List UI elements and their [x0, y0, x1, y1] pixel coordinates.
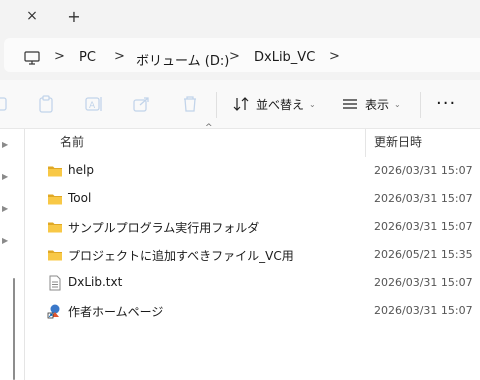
file-list: ^ 名前 更新日時 help 2026/03/31 15:07 Tool 202…	[25, 123, 480, 380]
tab-bar: × +	[0, 0, 480, 32]
breadcrumb-item-pc[interactable]: PC	[79, 50, 96, 65]
delete-icon[interactable]	[180, 94, 200, 114]
close-tab-button[interactable]: ×	[20, 4, 44, 28]
chevron-down-icon: ⌄	[394, 99, 401, 109]
more-options-button[interactable]: ···	[436, 94, 456, 114]
column-divider[interactable]	[365, 129, 366, 157]
list-item[interactable]: Tool 2026/03/31 15:07	[25, 185, 480, 213]
column-header-modified[interactable]: 更新日時	[374, 133, 422, 150]
sort-caret-icon: ^	[205, 123, 213, 133]
chevron-right-icon[interactable]: >	[54, 49, 65, 64]
chevron-down-icon: ⌄	[309, 99, 316, 109]
address-bar: > PC > ボリューム (D:) > DxLib_VC >	[0, 34, 480, 76]
file-date: 2026/03/31 15:07	[374, 304, 473, 317]
expand-arrow-icon[interactable]: ▶	[2, 140, 8, 149]
file-date: 2026/03/31 15:07	[374, 220, 473, 233]
svg-text:A: A	[89, 101, 96, 111]
list-item[interactable]: プロジェクトに追加すべきファイル_VC用 2026/05/21 15:35	[25, 241, 480, 269]
chevron-right-icon[interactable]: >	[114, 49, 125, 64]
file-name: Tool	[68, 191, 92, 205]
folder-icon	[48, 194, 62, 205]
breadcrumb[interactable]: > PC > ボリューム (D:) > DxLib_VC >	[4, 38, 480, 72]
file-date: 2026/03/31 15:07	[374, 164, 473, 177]
file-date: 2026/03/31 15:07	[374, 192, 473, 205]
new-tab-button[interactable]: +	[62, 4, 86, 28]
expand-arrow-icon[interactable]: ▶	[2, 204, 8, 213]
column-header-name[interactable]: 名前	[60, 133, 84, 150]
chevron-right-icon[interactable]: >	[329, 49, 340, 64]
list-item[interactable]: DxLib.txt 2026/03/31 15:07	[25, 269, 480, 297]
file-name: DxLib.txt	[68, 275, 123, 289]
file-name: プロジェクトに追加すべきファイル_VC用	[68, 249, 294, 263]
file-name: help	[68, 163, 94, 177]
paste-icon[interactable]	[36, 94, 56, 114]
command-bar: A 並べ替え ⌄ 表示 ⌄ ···	[0, 80, 480, 129]
divider	[216, 92, 217, 118]
view-label: 表示	[365, 97, 390, 112]
share-icon[interactable]	[132, 94, 152, 114]
folder-icon	[48, 222, 62, 233]
rename-icon[interactable]: A	[84, 94, 104, 114]
plus-icon: +	[67, 6, 81, 26]
sort-icon	[233, 97, 249, 111]
breadcrumb-item-dxlib[interactable]: DxLib_VC	[254, 50, 315, 65]
text-file-icon	[49, 275, 61, 291]
expand-arrow-icon[interactable]: ▶	[2, 172, 8, 181]
list-item[interactable]: サンプルプログラム実行用フォルダ 2026/03/31 15:07	[25, 213, 480, 241]
expand-arrow-icon[interactable]: ▶	[2, 236, 8, 245]
sort-label: 並べ替え	[256, 97, 305, 112]
divider	[420, 92, 421, 118]
folder-icon	[48, 250, 62, 261]
chevron-right-icon[interactable]: >	[229, 49, 240, 64]
view-button[interactable]: 表示 ⌄	[341, 94, 401, 114]
navigation-scrollbar[interactable]	[13, 278, 15, 380]
sort-button[interactable]: 並べ替え ⌄	[232, 94, 316, 114]
file-date: 2026/03/31 15:07	[374, 276, 473, 289]
list-item[interactable]: 作者ホームページ 2026/03/31 15:07	[25, 297, 480, 325]
file-name: サンプルプログラム実行用フォルダ	[68, 221, 260, 235]
close-icon: ×	[26, 8, 38, 24]
list-item[interactable]: help 2026/03/31 15:07	[25, 157, 480, 185]
shortcut-icon	[47, 304, 60, 319]
file-date: 2026/05/21 15:35	[374, 248, 473, 261]
monitor-icon[interactable]	[24, 50, 40, 66]
breadcrumb-item-volume[interactable]: ボリューム (D:)	[136, 50, 229, 69]
copy-icon[interactable]	[0, 94, 14, 114]
list-view-icon	[343, 99, 357, 109]
file-name: 作者ホームページ	[68, 305, 164, 319]
folder-icon	[48, 166, 62, 177]
